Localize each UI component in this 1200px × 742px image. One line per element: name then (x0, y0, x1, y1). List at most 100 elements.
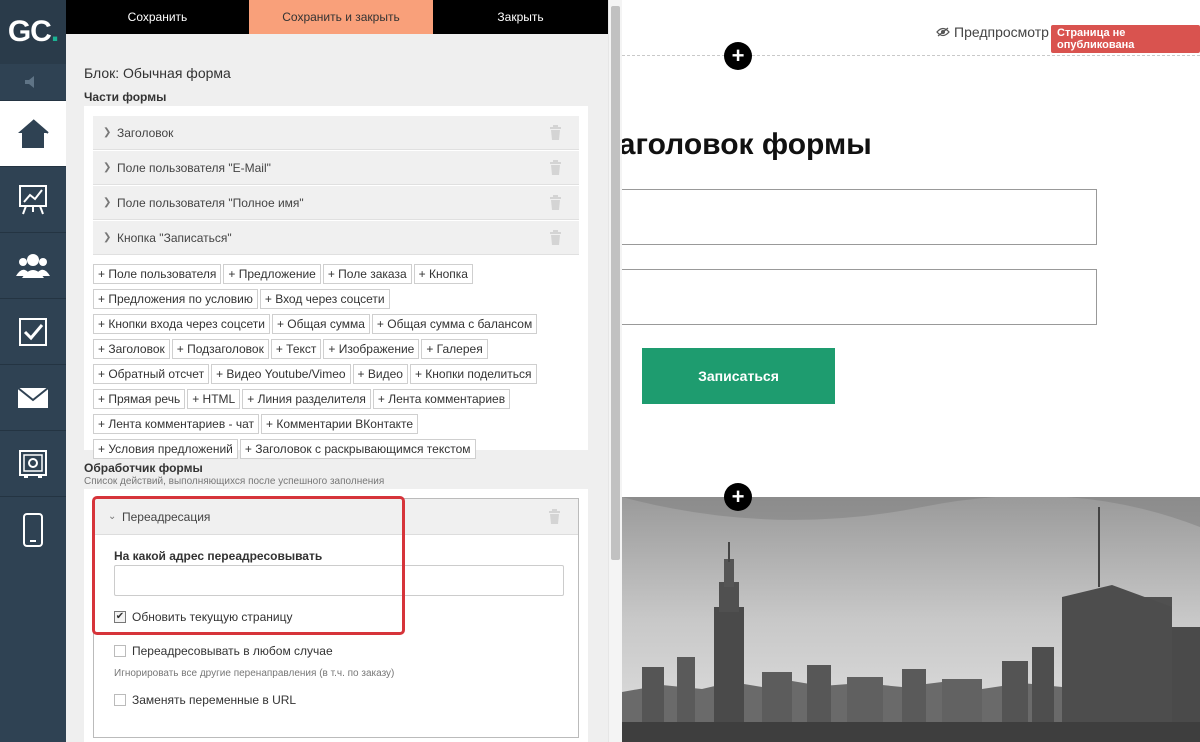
add-block-button[interactable]: + (724, 483, 752, 511)
chevron-right-icon: ❯ (103, 127, 112, 138)
chart-board-icon (18, 184, 48, 216)
trash-icon[interactable] (549, 125, 562, 143)
main-sidebar: GC. (0, 0, 66, 742)
status-badge: Страница не опубликована (1051, 25, 1200, 53)
add-element-button[interactable]: + Прямая речь (93, 389, 186, 409)
form-handler-list: ⌄ Переадресация На какой адрес переадрес… (84, 489, 588, 742)
add-element-button[interactable]: + Текст (270, 339, 322, 359)
preview-label: Предпросмотр (954, 24, 1049, 40)
redirect-always-label: Переадресовывать в любом случае (132, 644, 333, 658)
add-element-button[interactable]: + Предложение (223, 264, 321, 284)
add-element-button[interactable]: + Видео Youtube/Vimeo (211, 364, 351, 384)
sidebar-item-mobile[interactable] (0, 496, 66, 562)
form-handler-heading: Обработчик формы (84, 461, 203, 475)
checkbox-unchecked[interactable] (114, 694, 126, 706)
add-element-button[interactable]: + Подзаголовок (171, 339, 269, 359)
add-element-button[interactable]: + Поле пользователя (93, 264, 222, 284)
redirect-always-hint: Игнорировать все другие перенаправления … (114, 668, 395, 679)
envelope-icon (17, 386, 49, 409)
add-element-button[interactable]: + Предложения по условию (93, 289, 258, 309)
checkbox-icon (18, 317, 48, 347)
chevron-down-icon: ⌄ (108, 511, 117, 522)
form-part-label: Кнопка "Записаться" (117, 230, 232, 245)
add-element-button[interactable]: + Кнопка (413, 264, 473, 284)
replace-url-vars-label: Заменять переменные в URL (132, 693, 297, 707)
checkbox-unchecked[interactable] (114, 645, 126, 657)
form-part-item[interactable]: ❯ Поле пользователя "E-Mail" (93, 151, 579, 185)
add-element-button[interactable]: + Вход через соцсети (259, 289, 390, 309)
add-element-button[interactable]: + Условия предложений (93, 439, 238, 459)
close-button[interactable]: Закрыть (433, 0, 608, 34)
add-block-button[interactable]: + (724, 42, 752, 70)
add-element-button[interactable]: + Лента комментариев - чат (93, 414, 260, 434)
add-element-button[interactable]: + Обратный отсчет (93, 364, 210, 384)
form-part-item[interactable]: ❯ Заголовок (93, 116, 579, 150)
chevron-right-icon: ❯ (103, 232, 112, 243)
city-skyline-image (622, 497, 1200, 742)
sidebar-item-safe[interactable] (0, 430, 66, 496)
add-element-button[interactable]: + Поле заказа (322, 264, 412, 284)
sidebar-item-users[interactable] (0, 232, 66, 298)
add-element-button[interactable]: + Галерея (421, 339, 488, 359)
form-part-label: Поле пользователя "E-Mail" (117, 160, 271, 175)
eye-icon (936, 24, 950, 40)
add-element-button[interactable]: + Комментарии ВКонтакте (261, 414, 419, 434)
trash-icon[interactable] (548, 509, 561, 527)
redirect-always-checkbox[interactable]: Переадресовывать в любом случае (114, 644, 333, 658)
checkbox-checked[interactable]: ✔ (114, 611, 126, 623)
users-icon (16, 252, 50, 280)
scrollbar-thumb[interactable] (611, 6, 620, 560)
form-title: Заголовок формы (622, 128, 872, 161)
page-preview: Предпросмотр Страница не опубликована + … (622, 0, 1200, 742)
refresh-page-checkbox[interactable]: ✔ Обновить текущую страницу (114, 610, 292, 624)
add-element-button[interactable]: + Заголовок с раскрывающимся текстом (239, 439, 476, 459)
chevron-right-icon: ❯ (103, 197, 112, 208)
trash-icon[interactable] (549, 160, 562, 178)
add-element-button[interactable]: + Изображение (323, 339, 420, 359)
replace-url-vars-checkbox[interactable]: Заменять переменные в URL (114, 693, 296, 707)
add-element-button[interactable]: + Кнопки поделиться (409, 364, 537, 384)
add-element-button[interactable]: + Заголовок (93, 339, 170, 359)
redirect-action: ⌄ Переадресация На какой адрес переадрес… (93, 498, 579, 738)
trash-icon[interactable] (549, 195, 562, 213)
preview-header: Предпросмотр Страница не опубликована (622, 0, 1200, 56)
trash-icon[interactable] (549, 230, 562, 248)
form-part-label: Заголовок (117, 125, 174, 140)
sidebar-item-tasks[interactable] (0, 298, 66, 364)
preview-button[interactable]: Предпросмотр (936, 24, 1049, 40)
redirect-url-label: На какой адрес переадресовывать (114, 549, 323, 563)
block-title: Блок: Обычная форма (84, 65, 231, 81)
subscribe-button[interactable]: Записаться (642, 348, 835, 404)
speaker-icon[interactable] (0, 64, 66, 100)
redirect-action-label: Переадресация (122, 509, 211, 524)
home-icon (16, 118, 50, 150)
sidebar-item-mail[interactable] (0, 364, 66, 430)
add-element-button[interactable]: + Кнопки входа через соцсети (93, 314, 270, 334)
editor-toolbar: Сохранить Сохранить и закрыть Закрыть (66, 0, 608, 34)
preview-name-input[interactable] (622, 269, 1097, 325)
add-element-button[interactable]: + HTML (187, 389, 241, 409)
sidebar-item-stats[interactable] (0, 166, 66, 232)
save-and-close-button[interactable]: Сохранить и закрыть (249, 0, 433, 34)
redirect-action-header[interactable]: ⌄ Переадресация (94, 499, 578, 535)
add-element-button[interactable]: + Общая сумма (271, 314, 370, 334)
logo-text: GC. (7, 15, 59, 48)
redirect-url-input[interactable] (114, 565, 564, 596)
logo[interactable]: GC. (0, 0, 66, 64)
panel-scrollbar[interactable] (608, 0, 622, 742)
editor-panel: Сохранить Сохранить и закрыть Закрыть Бл… (66, 0, 608, 742)
preview-email-input[interactable] (622, 189, 1097, 245)
safe-icon (18, 449, 48, 479)
sidebar-item-home[interactable] (0, 100, 66, 166)
form-part-item[interactable]: ❯ Поле пользователя "Полное имя" (93, 186, 579, 220)
add-element-button[interactable]: + Видео (352, 364, 408, 384)
add-element-button[interactable]: + Общая сумма с балансом (371, 314, 538, 334)
add-element-buttons: + Поле пользователя + Предложение + Поле з… (93, 264, 563, 464)
add-element-button[interactable]: + Линия разделителя (242, 389, 371, 409)
form-handler-subtitle: Список действий, выполняющихся после усп… (84, 476, 385, 487)
form-part-label: Поле пользователя "Полное имя" (117, 195, 304, 210)
form-part-item[interactable]: ❯ Кнопка "Записаться" (93, 221, 579, 255)
form-parts-heading: Части формы (84, 90, 167, 104)
save-button[interactable]: Сохранить (66, 0, 249, 34)
add-element-button[interactable]: + Лента комментариев (372, 389, 511, 409)
